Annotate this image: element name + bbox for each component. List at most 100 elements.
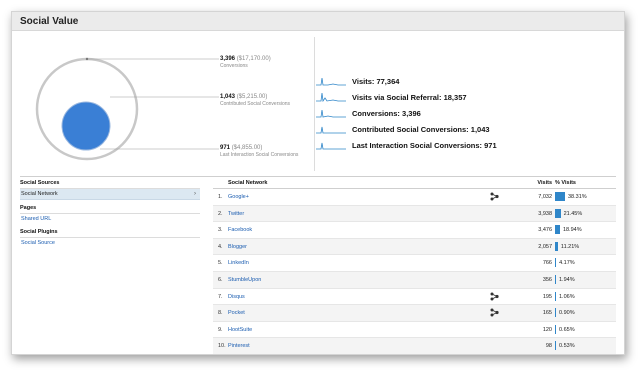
row-rank: 7. [218, 293, 223, 300]
contributed-count: 1,043 [220, 94, 236, 100]
contributed-caption: Contributed Social Conversions [220, 101, 291, 107]
table-row[interactable]: 9. HootSuite 120 0.65% [213, 322, 616, 339]
column-header-pct-visits[interactable]: % Visits [555, 180, 576, 186]
row-pct-visits: 0.65% [559, 326, 575, 333]
conversions-amount: ($17,170.00) [236, 56, 271, 62]
table-body: 1. Google+ 7,032 38.31% 2. Twitter 3,938 21.45%… [213, 189, 616, 354]
row-share-bar [555, 274, 556, 284]
row-pct-visits: 0.90% [559, 310, 575, 317]
row-network-link[interactable]: StumbleUpon [228, 277, 261, 283]
social-value-report: Social Value 3,396 ($17,170.00) Conversi… [11, 11, 625, 355]
table-row[interactable]: 6. StumbleUpon 356 1.94% [213, 271, 616, 289]
sidebar-item-social-network[interactable]: Social Network › [20, 189, 200, 200]
row-visits: 165 [542, 310, 552, 317]
report-header: Social Value [12, 12, 624, 31]
metric-conversions-label: Conversions: [352, 109, 400, 118]
chevron-right-icon: › [194, 191, 196, 197]
row-visits: 120 [542, 326, 552, 333]
row-share-bar [555, 341, 556, 351]
metric-social-referral-visits: Visits via Social Referral: 18,357 [316, 92, 616, 104]
row-visits: 7,032 [538, 194, 552, 200]
overview-divider [314, 37, 315, 171]
row-network-link[interactable]: Google+ [228, 194, 249, 200]
social-network-table: Social Network Visits % Visits 1. Google+… [213, 179, 616, 354]
table-row[interactable]: 4. Blogger 2,057 11.21% [213, 238, 616, 256]
row-rank: 10. [218, 343, 226, 350]
sidebar-item-label: Social Network [21, 191, 58, 197]
column-header-social-network[interactable]: Social Network [228, 180, 267, 186]
last-interaction-amount: ($4,855.00) [231, 145, 263, 151]
metric-visits-label: Visits: [352, 77, 375, 86]
sparkline-icon [316, 126, 346, 134]
row-visits: 2,057 [538, 243, 552, 250]
sidebar-heading-social-sources: Social Sources [20, 179, 200, 189]
row-pct-visits: 1.06% [559, 293, 575, 300]
section-divider [20, 176, 616, 177]
metric-conversions-value: 3,396 [402, 109, 421, 118]
metric-social-referral-label: Visits via Social Referral: [352, 93, 442, 102]
row-pct-visits: 21.45% [563, 210, 583, 217]
conversions-count: 3,396 [220, 56, 236, 62]
row-network-link[interactable]: Facebook [228, 227, 252, 233]
row-visits: 98 [545, 343, 552, 350]
table-row[interactable]: 7. Disqus 195 1.06% [213, 289, 616, 306]
row-network-link[interactable]: HootSuite [228, 327, 252, 333]
sparkline-icon [316, 142, 346, 150]
row-visits: 195 [542, 293, 552, 300]
row-pct-visits: 11.21% [560, 243, 580, 250]
sidebar-heading-pages: Pages [20, 204, 200, 214]
metric-visits-value: 77,364 [376, 77, 400, 86]
metric-social-referral-value: 18,357 [443, 93, 467, 102]
metric-last-interaction-label: Last Interaction Social Conversions: [352, 141, 483, 150]
column-header-visits[interactable]: Visits [537, 180, 552, 186]
row-share-bar [555, 192, 565, 201]
row-network-link[interactable]: Twitter [228, 211, 244, 217]
row-rank: 3. [218, 227, 223, 234]
row-rank: 5. [218, 260, 223, 267]
row-pct-visits: 18.94% [562, 227, 582, 234]
row-network-link[interactable]: Blogger [228, 244, 247, 250]
activity-stream-icon[interactable] [490, 292, 499, 301]
row-share-bar [555, 208, 561, 218]
conversions-leader-dot [85, 57, 89, 61]
last-interaction-conversions-label: 971 ($4,855.00) Last Interaction Social … [220, 145, 298, 158]
row-network-link[interactable]: Pinterest [228, 343, 250, 349]
metric-last-interaction-conversions: Last Interaction Social Conversions: 971 [316, 140, 616, 152]
table-row[interactable]: 10. Pinterest 98 0.53% [213, 338, 616, 354]
sparkline-icon [316, 92, 346, 102]
table-row[interactable]: 3. Facebook 3,476 18.94% [213, 222, 616, 239]
page-title: Social Value [20, 16, 79, 27]
metric-visits: Visits: 77,364 [316, 76, 616, 88]
row-visits: 356 [542, 276, 552, 283]
sidebar-item-social-source[interactable]: Social Source [20, 238, 200, 248]
row-visits: 766 [542, 260, 552, 267]
row-visits: 3,476 [538, 227, 552, 234]
row-rank: 6. [218, 276, 223, 283]
row-share-bar [555, 258, 557, 268]
table-header: Social Network Visits % Visits [213, 179, 616, 189]
conversions-overview: 3,396 ($17,170.00) Conversions 1,043 ($5… [12, 31, 624, 181]
sidebar-item-shared-url[interactable]: Shared URL [20, 214, 200, 224]
row-rank: 8. [218, 310, 223, 317]
row-network-link[interactable]: LinkedIn [228, 260, 249, 266]
last-interaction-caption: Last Interaction Social Conversions [220, 152, 299, 158]
activity-stream-icon[interactable] [490, 192, 499, 201]
table-row[interactable]: 2. Twitter 3,938 21.45% [213, 205, 616, 223]
row-share-bar [555, 308, 556, 318]
sparkline-icon [316, 109, 346, 118]
row-rank: 9. [218, 326, 223, 333]
table-row[interactable]: 1. Google+ 7,032 38.31% [213, 189, 616, 206]
row-rank: 4. [218, 243, 223, 250]
sidebar-heading-social-plugins: Social Plugins [20, 228, 200, 238]
metric-last-interaction-value: 971 [484, 141, 497, 150]
table-row[interactable]: 8. Pocket 165 0.90% [213, 305, 616, 322]
table-row[interactable]: 5. LinkedIn 766 4.17% [213, 255, 616, 272]
row-network-link[interactable]: Disqus [228, 294, 245, 300]
row-share-bar [555, 291, 556, 301]
row-pct-visits: 1.94% [559, 276, 575, 283]
row-rank: 2. [218, 210, 223, 217]
row-network-link[interactable]: Pocket [228, 310, 245, 316]
conversions-label: 3,396 ($17,170.00) Conversions [220, 56, 271, 69]
last-interaction-count: 971 [220, 145, 231, 151]
activity-stream-icon[interactable] [490, 308, 499, 317]
